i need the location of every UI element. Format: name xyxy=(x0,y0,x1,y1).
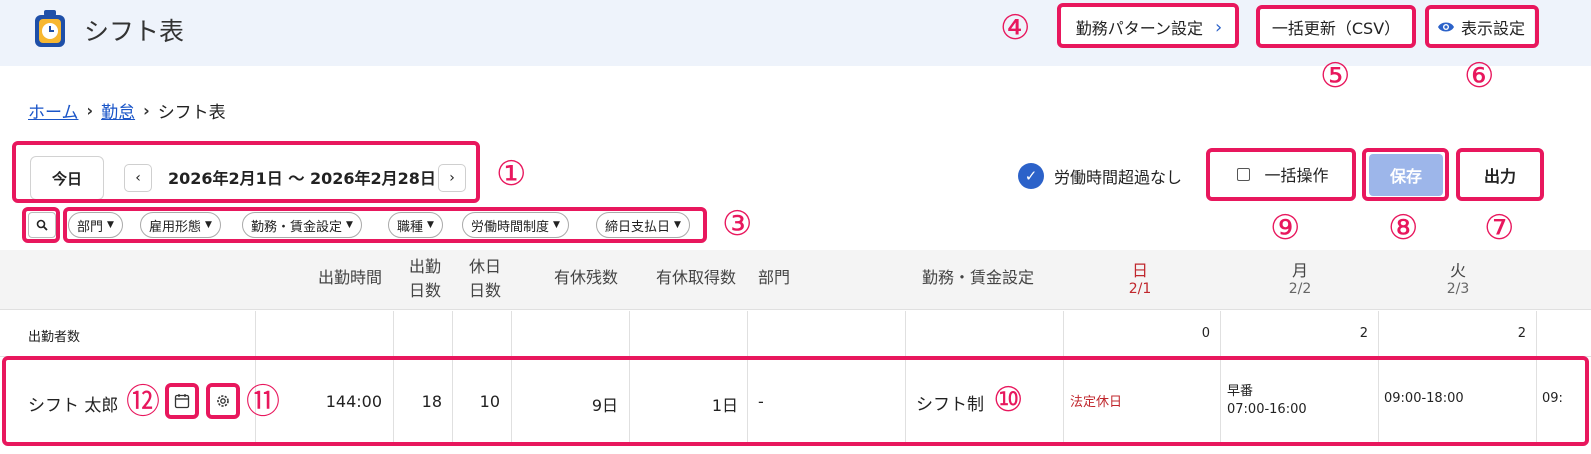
column-header-paid-leave-remaining: 有休残数 xyxy=(553,268,618,287)
annotation-number-1: ① xyxy=(496,154,527,194)
page-title: シフト表 xyxy=(84,17,185,46)
column-header-day-date: 2/1 xyxy=(1128,281,1152,297)
annotation-box-1 xyxy=(12,141,480,203)
annotation-number-9: ⑨ xyxy=(1270,208,1301,248)
column-header-work-days-line1: 出勤 xyxy=(408,257,441,276)
annotation-box-9 xyxy=(1206,148,1356,201)
attendance-count-cell: 2 xyxy=(1359,326,1368,341)
breadcrumb-separator-icon: › xyxy=(143,101,150,120)
annotation-box-6 xyxy=(1425,5,1539,48)
attendance-count-cell: 0 xyxy=(1201,326,1210,341)
column-header-work-time: 出勤時間 xyxy=(317,268,382,287)
breadcrumb-separator-icon: › xyxy=(86,101,94,120)
no-overtime-label: 労働時間超過なし xyxy=(1054,168,1183,187)
column-header-paid-leave-taken: 有休取得数 xyxy=(655,268,736,287)
column-header-holidays-line1: 休日 xyxy=(468,257,501,276)
attendance-count-label: 出勤者数 xyxy=(28,330,81,345)
timecard-app-icon xyxy=(35,10,65,47)
column-header-day-date: 2/3 xyxy=(1446,281,1470,297)
column-header-department: 部門 xyxy=(758,268,791,287)
attendance-count-cell: 2 xyxy=(1517,326,1526,341)
annotation-box-7 xyxy=(1456,148,1544,201)
annotation-box-8 xyxy=(1362,148,1449,201)
breadcrumb-attendance-link[interactable]: 勤怠 xyxy=(101,98,135,123)
annotation-box-2 xyxy=(22,207,60,243)
annotation-box-employee-row xyxy=(2,356,1589,446)
column-header-holidays-line2: 日数 xyxy=(468,281,501,300)
annotation-number-8: ⑧ xyxy=(1388,208,1419,248)
annotation-number-5: ⑤ xyxy=(1320,56,1351,96)
breadcrumb-home-link[interactable]: ホーム xyxy=(28,98,79,123)
annotation-box-4 xyxy=(1057,3,1239,48)
annotation-number-4: ④ xyxy=(1000,8,1031,48)
breadcrumb: ホーム › 勤怠 › シフト表 xyxy=(28,98,226,123)
no-overtime-status: ✓ 労働時間超過なし xyxy=(1018,163,1182,189)
annotation-box-3 xyxy=(63,207,707,243)
annotation-number-3: ③ xyxy=(722,204,753,244)
breadcrumb-current: シフト表 xyxy=(157,103,226,123)
annotation-number-7: ⑦ xyxy=(1484,208,1515,248)
column-header-day-date: 2/2 xyxy=(1288,281,1312,297)
annotation-number-6: ⑥ xyxy=(1464,56,1495,96)
column-header-work-wage-setting: 勤務・賃金設定 xyxy=(921,268,1034,287)
column-header-work-days-line2: 日数 xyxy=(408,281,441,300)
check-circle-icon: ✓ xyxy=(1018,163,1044,189)
annotation-box-5 xyxy=(1256,5,1416,48)
